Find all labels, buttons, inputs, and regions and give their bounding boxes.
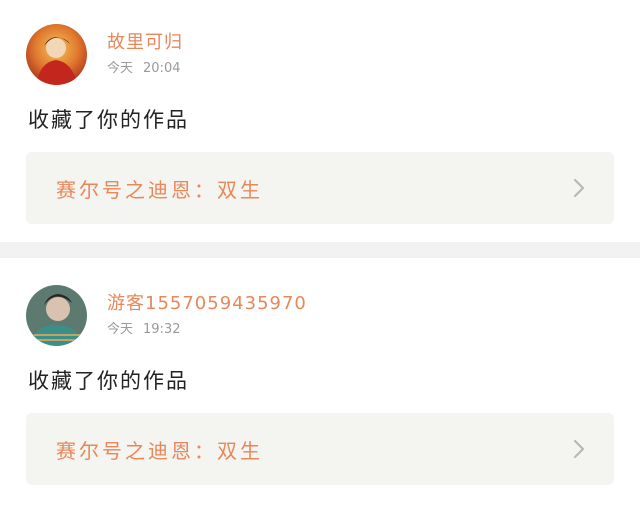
notification-list: 故里可归 今天 20:04 收藏了你的作品 赛尔号之迪恩：双生 游客155705… [0,0,640,506]
timestamp-time: 19:32 [143,321,181,337]
timestamp-time: 20:04 [143,60,181,76]
notification-header: 游客1557059435970 今天 19:32 [26,285,307,346]
work-link[interactable]: 赛尔号之迪恩：双生 [26,152,614,224]
notification-message: 收藏了你的作品 [28,108,189,132]
timestamp: 今天 20:04 [107,60,183,78]
notification-message: 收藏了你的作品 [28,369,189,393]
timestamp: 今天 19:32 [107,321,307,339]
notification-card: 故里可归 今天 20:04 收藏了你的作品 赛尔号之迪恩：双生 [0,0,640,242]
avatar[interactable] [26,285,87,346]
notification-header: 故里可归 今天 20:04 [26,24,183,85]
user-meta: 游客1557059435970 今天 19:32 [107,293,307,339]
work-title: 赛尔号之迪恩：双生 [56,177,263,202]
avatar[interactable] [26,24,87,85]
work-link[interactable]: 赛尔号之迪恩：双生 [26,413,614,485]
card-divider [0,242,640,258]
notification-card: 游客1557059435970 今天 19:32 收藏了你的作品 赛尔号之迪恩：双… [0,258,640,506]
username[interactable]: 游客1557059435970 [107,293,307,315]
chevron-right-icon [573,178,585,198]
timestamp-day: 今天 [107,321,134,337]
user-meta: 故里可归 今天 20:04 [107,32,183,78]
work-title: 赛尔号之迪恩：双生 [56,438,263,463]
username[interactable]: 故里可归 [107,32,183,54]
timestamp-day: 今天 [107,60,134,76]
chevron-right-icon [573,439,585,459]
